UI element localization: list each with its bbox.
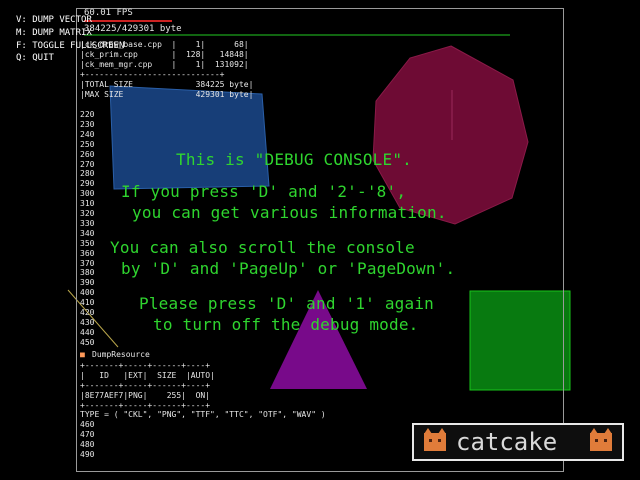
console-line-number: 340 xyxy=(80,228,95,238)
catcake-logo-text: catcake xyxy=(456,428,558,456)
console-line-number: 440 xyxy=(80,327,95,337)
message-line-6: Please press 'D' and '1' again xyxy=(139,294,434,313)
console-line-number: 470 xyxy=(80,430,95,439)
message-line-1: This is "DEBUG CONSOLE". xyxy=(176,150,412,169)
console-line-number: 240 xyxy=(80,129,95,139)
dump-resource-border: +-------+-----+------+----+ xyxy=(80,381,211,390)
total-size: |TOTAL SIZE 384225 byte| xyxy=(80,80,254,89)
console-line-number: 280 xyxy=(80,169,95,179)
resource-row: |ck_mem_mgr.cpp | 1| 131092| xyxy=(80,60,249,69)
console-line-number: 330 xyxy=(80,218,95,228)
console-line-number: 490 xyxy=(80,450,95,459)
message-line-4: You can also scroll the console xyxy=(110,238,415,257)
cat-right-icon xyxy=(590,428,612,451)
console-line-number: 250 xyxy=(80,139,95,149)
console-line-number: 460 xyxy=(80,420,95,429)
console-line-number: 430 xyxy=(80,317,95,327)
key-hint-quit: Q: QUIT xyxy=(16,53,54,63)
console-line-number: 230 xyxy=(80,119,95,129)
dump-resource-types: TYPE = ( "CKL", "PNG", "TTF", "TTC", "OT… xyxy=(80,410,326,419)
console-line-number: 310 xyxy=(80,199,95,209)
console-line-number: 400 xyxy=(80,288,95,298)
console-line-number: 450 xyxy=(80,337,95,347)
message-line-2: If you press 'D' and '2'-'8', xyxy=(121,182,407,201)
console-line-number: 270 xyxy=(80,159,95,169)
dump-resource-border: +-------+-----+------+----+ xyxy=(80,361,211,370)
console-line-number: 480 xyxy=(80,440,95,449)
cat-left-icon xyxy=(424,428,446,451)
catcake-logo: catcake xyxy=(412,423,624,461)
dump-resource-header: | ID |EXT| SIZE |AUTO| xyxy=(80,371,215,380)
console-line-number: 320 xyxy=(80,209,95,218)
message-line-5: by 'D' and 'PageUp' or 'PageDown'. xyxy=(121,259,456,278)
console-line-number: 350 xyxy=(80,238,95,248)
console-line-number: 390 xyxy=(80,278,95,288)
key-hint-dump-matrix: M: DUMP MATRIX xyxy=(16,28,92,38)
console-line-number: 360 xyxy=(80,248,95,258)
console-line-number: 420 xyxy=(80,308,95,317)
dump-resource-cat-icon: ■ xyxy=(80,350,85,359)
memory-readout: 384225/429301 byte xyxy=(84,24,182,34)
console-line-number: 290 xyxy=(80,179,95,189)
key-hint-dump-vector: V: DUMP VECTOR xyxy=(16,15,92,25)
resource-row: |ck_draw_base.cpp | 1| 68| xyxy=(80,40,249,49)
console-line-number: 220 xyxy=(80,110,95,119)
console-line-number: 380 xyxy=(80,268,95,278)
dump-resource-title: DumpResource xyxy=(92,350,150,359)
console-line-number: 410 xyxy=(80,298,95,308)
resource-row: |ck_prim.cpp | 128| 14848| xyxy=(80,50,249,59)
max-size: |MAX SIZE 429301 byte| xyxy=(80,90,254,99)
console-line-number: 370 xyxy=(80,258,95,268)
console-line-number: 300 xyxy=(80,189,95,199)
console-line-number: 260 xyxy=(80,149,95,159)
resource-divider: +----------------------------+ xyxy=(80,70,225,79)
message-line-7: to turn off the debug mode. xyxy=(153,315,419,334)
debug-screen: { "hud": { "fps": "60.01 FPS", "memory":… xyxy=(0,0,640,480)
dump-resource-row: |8E77AEF7|PNG| 255| ON| xyxy=(80,391,211,400)
message-line-3: you can get various information. xyxy=(132,203,447,222)
